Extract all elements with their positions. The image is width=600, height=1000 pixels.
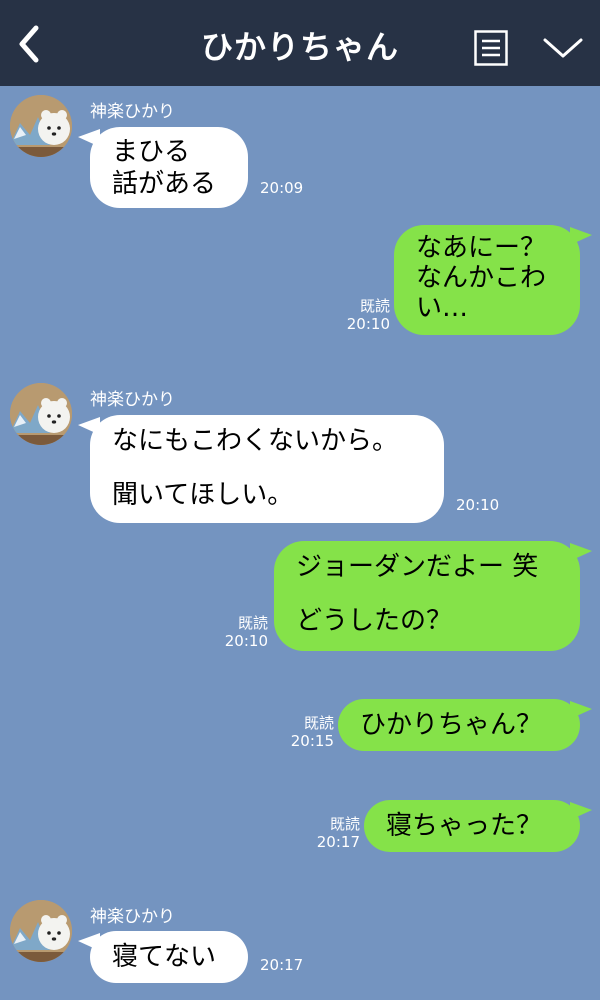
message-time: 20:15 xyxy=(290,732,334,750)
message-bubble-outgoing[interactable]: 寝ちゃった？ xyxy=(364,800,580,852)
message-text: 寝ちゃった？ xyxy=(386,811,543,841)
message-bubble-outgoing[interactable]: ひかりちゃん？ xyxy=(338,699,580,751)
message-bubble-incoming[interactable]: まひる 話がある xyxy=(90,127,248,208)
message-bubble-incoming[interactable]: なにもこわくないから。 聞いてほしい。 xyxy=(90,415,444,523)
message-text: どうしたの？ xyxy=(296,606,453,636)
message-text: 話がある xyxy=(112,169,217,199)
avatar[interactable] xyxy=(10,900,72,962)
message-status: 既読 20:10 xyxy=(208,614,268,650)
message-time: 20:10 xyxy=(456,496,500,514)
line-spacer xyxy=(112,457,422,479)
message-text: ジョーダンだよー 笑 xyxy=(296,552,539,582)
read-receipt: 既読 xyxy=(329,815,360,833)
sender-name: 神楽ひかり xyxy=(90,102,175,122)
message-text: なにもこわくないから。 xyxy=(112,426,399,456)
message-bubble-outgoing[interactable]: ジョーダンだよー 笑 どうしたの？ xyxy=(274,541,580,651)
polar-bear-avatar-icon xyxy=(10,900,72,962)
message-text: い… xyxy=(416,293,469,323)
avatar[interactable] xyxy=(10,383,72,445)
message-text: なあにー？ xyxy=(416,233,547,263)
chat-header: ひかりちゃん xyxy=(0,0,600,86)
avatar[interactable] xyxy=(10,95,72,157)
chat-title: ひかりちゃん xyxy=(200,28,399,66)
collapse-button[interactable] xyxy=(542,34,584,62)
message-status: 既読 20:15 xyxy=(274,714,334,750)
polar-bear-avatar-icon xyxy=(10,383,72,445)
read-receipt: 既読 xyxy=(237,614,268,632)
chevron-down-icon xyxy=(543,38,583,58)
read-receipt: 既読 xyxy=(359,297,390,315)
polar-bear-avatar-icon xyxy=(10,95,72,157)
message-time: 20:09 xyxy=(260,179,304,197)
message-bubble-outgoing[interactable]: なあにー？ なんかこわ い… xyxy=(394,225,580,335)
message-bubble-incoming[interactable]: 寝てない xyxy=(90,931,248,983)
message-status: 既読 20:17 xyxy=(300,815,360,851)
message-status: 既読 20:10 xyxy=(330,297,390,333)
notes-button[interactable] xyxy=(474,30,508,66)
message-text: ひかりちゃん？ xyxy=(360,710,543,740)
message-text: なんかこわ xyxy=(416,263,547,293)
sender-name: 神楽ひかり xyxy=(90,907,175,927)
message-text: 寝てない xyxy=(112,942,217,972)
message-time: 20:17 xyxy=(316,833,360,851)
line-spacer xyxy=(296,583,558,605)
message-time: 20:17 xyxy=(260,956,304,974)
message-time: 20:10 xyxy=(224,632,268,650)
message-text: まひる xyxy=(112,137,191,167)
message-time: 20:10 xyxy=(346,315,390,333)
sender-name: 神楽ひかり xyxy=(90,390,175,410)
message-text: 聞いてほしい。 xyxy=(112,480,294,510)
read-receipt: 既読 xyxy=(303,714,334,732)
notes-icon xyxy=(474,30,508,66)
